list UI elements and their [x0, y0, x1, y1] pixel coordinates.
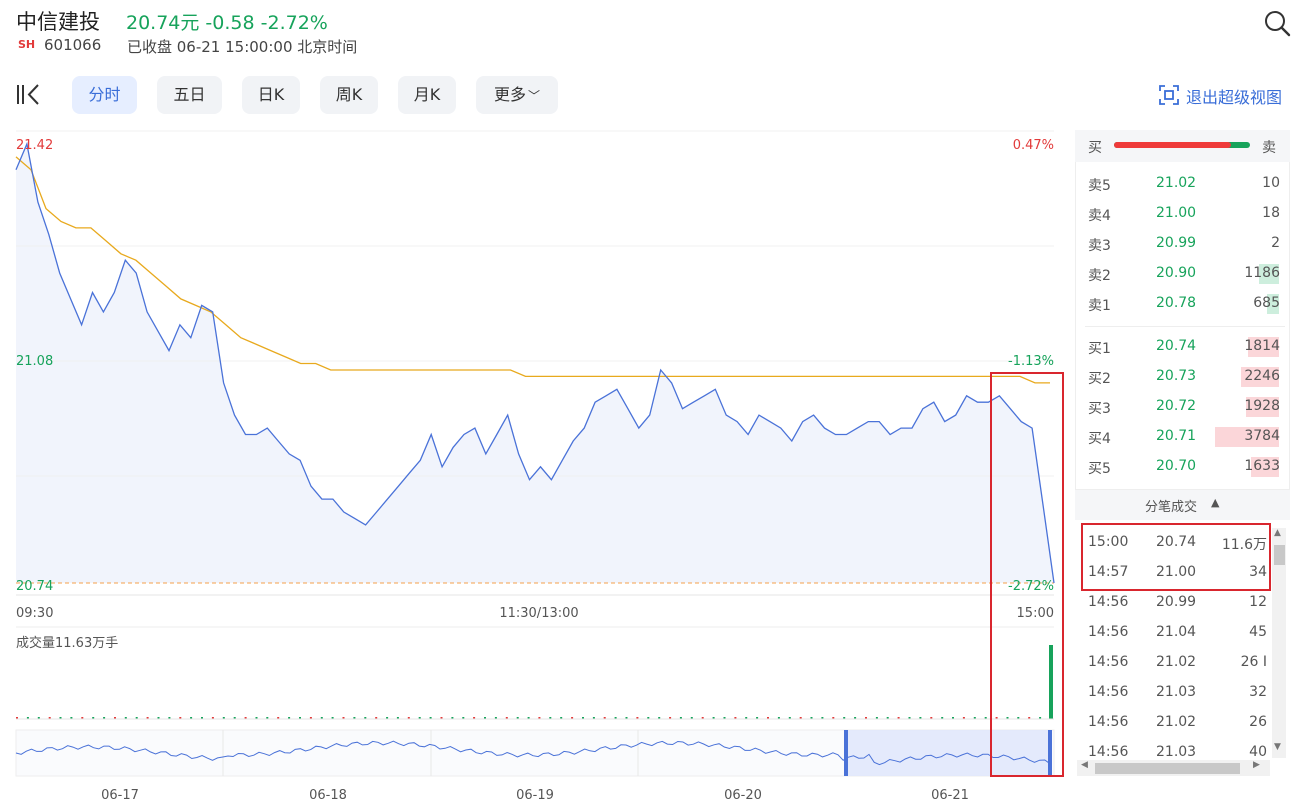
bid-level-label: 买2 [1088, 371, 1111, 387]
bid-volume: 1928 [1244, 398, 1280, 414]
bid-volume: 3784 [1244, 428, 1280, 444]
bid-level-label: 买1 [1088, 341, 1111, 357]
bid-price: 20.72 [1156, 398, 1197, 414]
tick-time: 14:56 [1088, 654, 1129, 670]
navigator-handle-left[interactable] [844, 730, 848, 776]
tick-volume: 26 [1249, 714, 1267, 730]
highlight-box-ticks [1081, 523, 1271, 591]
bid-volume: 2246 [1244, 368, 1280, 384]
ticks-scrollbar-thumb[interactable] [1274, 545, 1285, 565]
tab-five-day[interactable]: 五日 [157, 76, 222, 114]
tick-time: 14:56 [1088, 624, 1129, 640]
tick-time: 14:56 [1088, 594, 1129, 610]
search-icon[interactable] [1262, 8, 1292, 38]
price-label-mid: 21.08 [16, 354, 53, 369]
scroll-down-icon[interactable]: ▼ [1274, 742, 1281, 752]
bid-level-label: 买5 [1088, 461, 1111, 477]
nav-date-3: 06-19 [516, 788, 554, 802]
bid-level-label: 买4 [1088, 431, 1111, 447]
ask-volume: 1186 [1244, 265, 1280, 281]
scroll-right-icon[interactable]: ▶ [1253, 760, 1260, 770]
exit-super-view-link[interactable]: 退出超级视图 [1186, 84, 1282, 108]
tick-volume: 12 [1249, 594, 1267, 610]
ask-level-label: 卖5 [1088, 178, 1111, 194]
ticks-hscrollbar-thumb[interactable] [1095, 763, 1240, 774]
scroll-left-icon[interactable]: ◀ [1081, 760, 1088, 770]
tick-volume: 40 [1249, 744, 1267, 760]
scroll-up-icon[interactable]: ▲ [1274, 528, 1281, 538]
ask-level-label: 卖3 [1088, 238, 1111, 254]
buy-sell-ratio-bar [1114, 142, 1250, 148]
bid-volume: 1633 [1244, 458, 1280, 474]
exchange-badge: SH [18, 38, 36, 51]
nav-date-2: 06-18 [309, 788, 347, 802]
nav-date-5: 06-21 [931, 788, 969, 802]
bid-price: 20.73 [1156, 368, 1197, 384]
price-label-low: 20.74 [16, 579, 53, 594]
tick-volume: 26 I [1240, 654, 1267, 670]
bid-price: 20.70 [1156, 458, 1197, 474]
stock-name: 中信建投 [16, 10, 100, 34]
ask-price: 20.78 [1156, 295, 1197, 311]
intraday-chart[interactable]: 21.42 21.08 20.74 0.47% -1.13% -2.72% 09… [0, 125, 1070, 802]
nav-date-4: 06-20 [724, 788, 762, 802]
tick-time: 14:56 [1088, 684, 1129, 700]
tab-weekly-k[interactable]: 周K [320, 76, 378, 114]
orderbook-sell-label: 卖 [1262, 140, 1276, 156]
market-status: 已收盘 06-21 15:00:00 北京时间 [127, 38, 358, 56]
tab-more-label: 更多 [493, 85, 526, 104]
fullscreen-exit-icon[interactable] [1158, 84, 1180, 106]
tab-intraday[interactable]: 分时 [72, 76, 137, 114]
ask-price: 21.02 [1156, 175, 1197, 191]
orderbook-buy-label: 买 [1088, 140, 1102, 156]
ask-level-label: 卖1 [1088, 298, 1111, 314]
tick-time: 14:56 [1088, 744, 1129, 760]
collapse-sidebar-icon[interactable] [14, 82, 44, 108]
ask-level-label: 卖2 [1088, 268, 1111, 284]
bid-price: 20.74 [1156, 338, 1197, 354]
time-label-open: 09:30 [16, 606, 53, 621]
ask-price: 20.99 [1156, 235, 1197, 251]
volume-bars [16, 645, 1053, 719]
tick-volume: 32 [1249, 684, 1267, 700]
tab-monthly-k[interactable]: 月K [398, 76, 456, 114]
bid-price: 20.71 [1156, 428, 1197, 444]
time-label-mid: 11:30/13:00 [499, 606, 578, 621]
tab-daily-k[interactable]: 日K [242, 76, 300, 114]
nav-date-1: 06-17 [101, 788, 139, 802]
ask-level-label: 卖4 [1088, 208, 1111, 224]
ask-price: 20.90 [1156, 265, 1197, 281]
price-label-high: 21.42 [16, 138, 53, 153]
volume-label: 成交量11.63万手 [16, 635, 118, 651]
pct-label-mid: -1.13% [1008, 354, 1054, 369]
tick-time: 14:56 [1088, 714, 1129, 730]
bid-level-label: 买3 [1088, 401, 1111, 417]
ask-volume: 10 [1262, 175, 1280, 191]
ask-volume: 2 [1271, 235, 1280, 251]
ask-volume: 685 [1253, 295, 1280, 311]
bid-volume: 1814 [1244, 338, 1280, 354]
ask-volume: 18 [1262, 205, 1280, 221]
ticks-title: 分笔成交 [1145, 500, 1198, 515]
highlight-box-chart [990, 372, 1064, 777]
price-change-line: 20.74元 -0.58 -2.72% [126, 12, 328, 34]
tick-volume: 45 [1249, 624, 1267, 640]
chevron-down-icon: ﹀ [528, 89, 541, 103]
stock-code: 601066 [44, 36, 102, 54]
caret-up-icon[interactable]: ▲ [1211, 496, 1219, 509]
pct-label-high: 0.47% [1013, 138, 1054, 153]
ask-price: 21.00 [1156, 205, 1197, 221]
tab-more[interactable]: 更多 ﹀ [476, 76, 558, 114]
